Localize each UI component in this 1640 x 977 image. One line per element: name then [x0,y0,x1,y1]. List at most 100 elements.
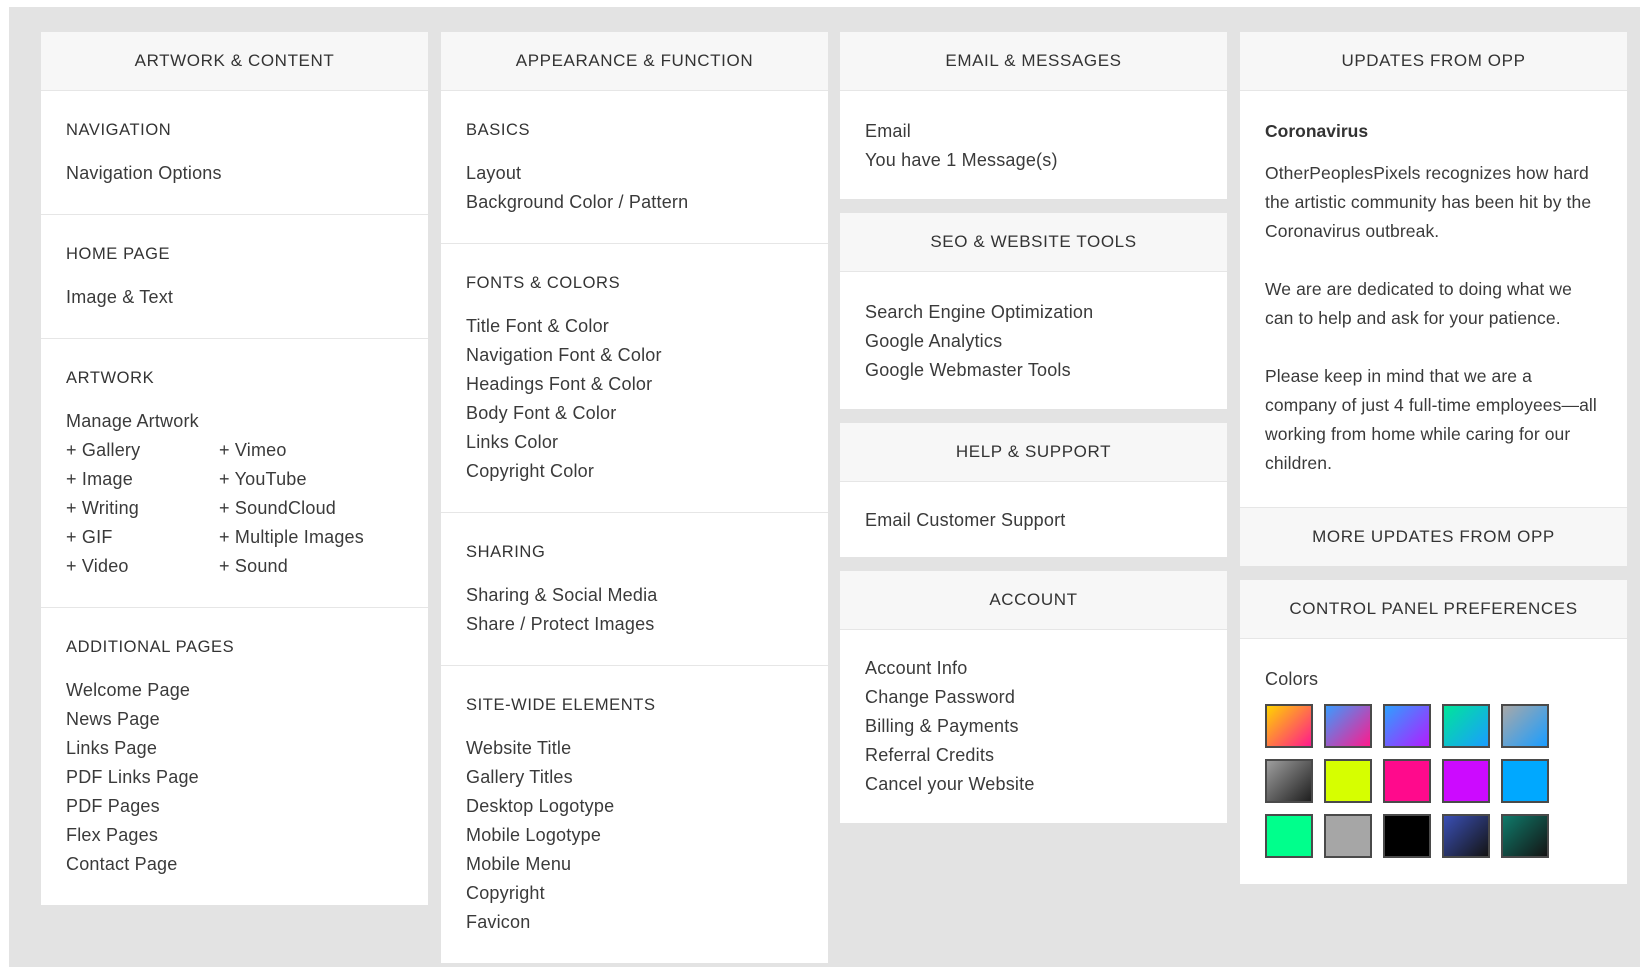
google-webmaster-link[interactable]: Google Webmaster Tools [865,356,1202,385]
update-post: Coronavirus OtherPeoplesPixels recognize… [1240,91,1627,507]
panel-header: APPEARANCE & FUNCTION [441,32,828,91]
desktop-logotype-link[interactable]: Desktop Logotype [466,792,803,821]
email-tools-column: EMAIL & MESSAGES Email You have 1 Messag… [840,32,1227,837]
artwork-content-column: ARTWORK & CONTENT NAVIGATION Navigation … [41,32,428,919]
color-swatch[interactable] [1383,814,1431,858]
color-swatch[interactable] [1501,759,1549,803]
artwork-section: ARTWORK Manage Artwork + Gallery + Vimeo… [41,339,428,608]
referral-credits-link[interactable]: Referral Credits [865,741,1202,770]
add-multiple-images-link[interactable]: + Multiple Images [219,523,389,552]
update-title: Coronavirus [1265,121,1369,141]
add-video-link[interactable]: + Video [66,552,219,581]
help-section: Email Customer Support [840,482,1227,557]
change-password-link[interactable]: Change Password [865,683,1202,712]
color-swatch[interactable] [1383,704,1431,748]
copyright-color-link[interactable]: Copyright Color [466,457,803,486]
email-section: Email You have 1 Message(s) [840,91,1227,199]
section-title: BASICS [466,121,531,139]
body-font-link[interactable]: Body Font & Color [466,399,803,428]
update-paragraph: We are are dedicated to doing what we ca… [1265,279,1572,328]
add-writing-link[interactable]: + Writing [66,494,219,523]
gallery-titles-link[interactable]: Gallery Titles [466,763,803,792]
layout-link[interactable]: Layout [466,159,803,188]
color-swatch[interactable] [1383,759,1431,803]
sharing-social-link[interactable]: Sharing & Social Media [466,581,803,610]
account-info-link[interactable]: Account Info [865,654,1202,683]
google-analytics-link[interactable]: Google Analytics [865,327,1202,356]
panel-header: CONTROL PANEL PREFERENCES [1240,580,1627,639]
seo-link[interactable]: Search Engine Optimization [865,298,1202,327]
links-page-link[interactable]: Links Page [66,734,403,763]
sharing-section: SHARING Sharing & Social Media Share / P… [441,513,828,666]
more-updates-button[interactable]: MORE UPDATES FROM OPP [1240,507,1627,566]
contact-page-link[interactable]: Contact Page [66,850,403,879]
color-swatch[interactable] [1265,704,1313,748]
mobile-menu-link[interactable]: Mobile Menu [466,850,803,879]
home-page-section: HOME PAGE Image & Text [41,215,428,339]
headings-font-link[interactable]: Headings Font & Color [466,370,803,399]
news-page-link[interactable]: News Page [66,705,403,734]
cancel-website-link[interactable]: Cancel your Website [865,770,1202,799]
preferences-body: Colors [1240,639,1627,884]
add-artwork-grid: + Gallery + Vimeo + Image + YouTube + Wr… [66,436,403,581]
add-youtube-link[interactable]: + YouTube [219,465,389,494]
update-paragraph: OtherPeoplesPixels recognizes how hard t… [1265,163,1592,241]
panel-header: SEO & WEBSITE TOOLS [840,213,1227,272]
color-swatch[interactable] [1442,814,1490,858]
updates-prefs-column: UPDATES FROM OPP Coronavirus OtherPeople… [1240,32,1627,898]
section-title: FONTS & COLORS [466,274,621,292]
artwork-content-panel: ARTWORK & CONTENT NAVIGATION Navigation … [41,32,428,905]
section-title: SITE-WIDE ELEMENTS [466,696,656,714]
background-color-link[interactable]: Background Color / Pattern [466,188,803,217]
panel-header: ACCOUNT [840,571,1227,630]
pdf-pages-link[interactable]: PDF Pages [66,792,403,821]
image-text-link[interactable]: Image & Text [66,283,403,312]
color-swatch[interactable] [1442,704,1490,748]
title-font-link[interactable]: Title Font & Color [466,312,803,341]
flex-pages-link[interactable]: Flex Pages [66,821,403,850]
manage-artwork-link[interactable]: Manage Artwork [66,407,403,436]
add-gallery-link[interactable]: + Gallery [66,436,219,465]
pdf-links-page-link[interactable]: PDF Links Page [66,763,403,792]
add-vimeo-link[interactable]: + Vimeo [219,436,389,465]
updates-panel: UPDATES FROM OPP Coronavirus OtherPeople… [1240,32,1627,566]
color-swatch[interactable] [1324,759,1372,803]
links-color-link[interactable]: Links Color [466,428,803,457]
color-swatch[interactable] [1324,814,1372,858]
mobile-logotype-link[interactable]: Mobile Logotype [466,821,803,850]
navigation-options-link[interactable]: Navigation Options [66,159,403,188]
email-messages-panel: EMAIL & MESSAGES Email You have 1 Messag… [840,32,1227,199]
protect-images-link[interactable]: Share / Protect Images [466,610,803,639]
panel-header: ARTWORK & CONTENT [41,32,428,91]
control-panel-preferences-panel: CONTROL PANEL PREFERENCES Colors [1240,580,1627,884]
add-gif-link[interactable]: + GIF [66,523,219,552]
colors-label: Colors [1265,669,1319,689]
website-title-link[interactable]: Website Title [466,734,803,763]
navigation-section: NAVIGATION Navigation Options [41,91,428,215]
email-link[interactable]: Email [865,117,1202,146]
section-title: ADDITIONAL PAGES [66,638,235,656]
email-support-link[interactable]: Email Customer Support [865,506,1202,535]
billing-payments-link[interactable]: Billing & Payments [865,712,1202,741]
welcome-page-link[interactable]: Welcome Page [66,676,403,705]
copyright-link[interactable]: Copyright [466,879,803,908]
add-sound-link[interactable]: + Sound [219,552,389,581]
color-swatch[interactable] [1501,814,1549,858]
color-swatch[interactable] [1501,704,1549,748]
color-swatch[interactable] [1442,759,1490,803]
additional-pages-section: ADDITIONAL PAGES Welcome Page News Page … [41,608,428,905]
section-title: NAVIGATION [66,121,172,139]
appearance-function-panel: APPEARANCE & FUNCTION BASICS Layout Back… [441,32,828,963]
appearance-function-column: APPEARANCE & FUNCTION BASICS Layout Back… [441,32,828,977]
favicon-link[interactable]: Favicon [466,908,803,937]
messages-link[interactable]: You have 1 Message(s) [865,146,1202,175]
color-swatch[interactable] [1265,814,1313,858]
panel-header: HELP & SUPPORT [840,423,1227,482]
add-image-link[interactable]: + Image [66,465,219,494]
add-soundcloud-link[interactable]: + SoundCloud [219,494,389,523]
color-swatch[interactable] [1265,759,1313,803]
color-swatch[interactable] [1324,704,1372,748]
navigation-font-link[interactable]: Navigation Font & Color [466,341,803,370]
seo-section: Search Engine Optimization Google Analyt… [840,272,1227,409]
section-title: ARTWORK [66,369,155,387]
